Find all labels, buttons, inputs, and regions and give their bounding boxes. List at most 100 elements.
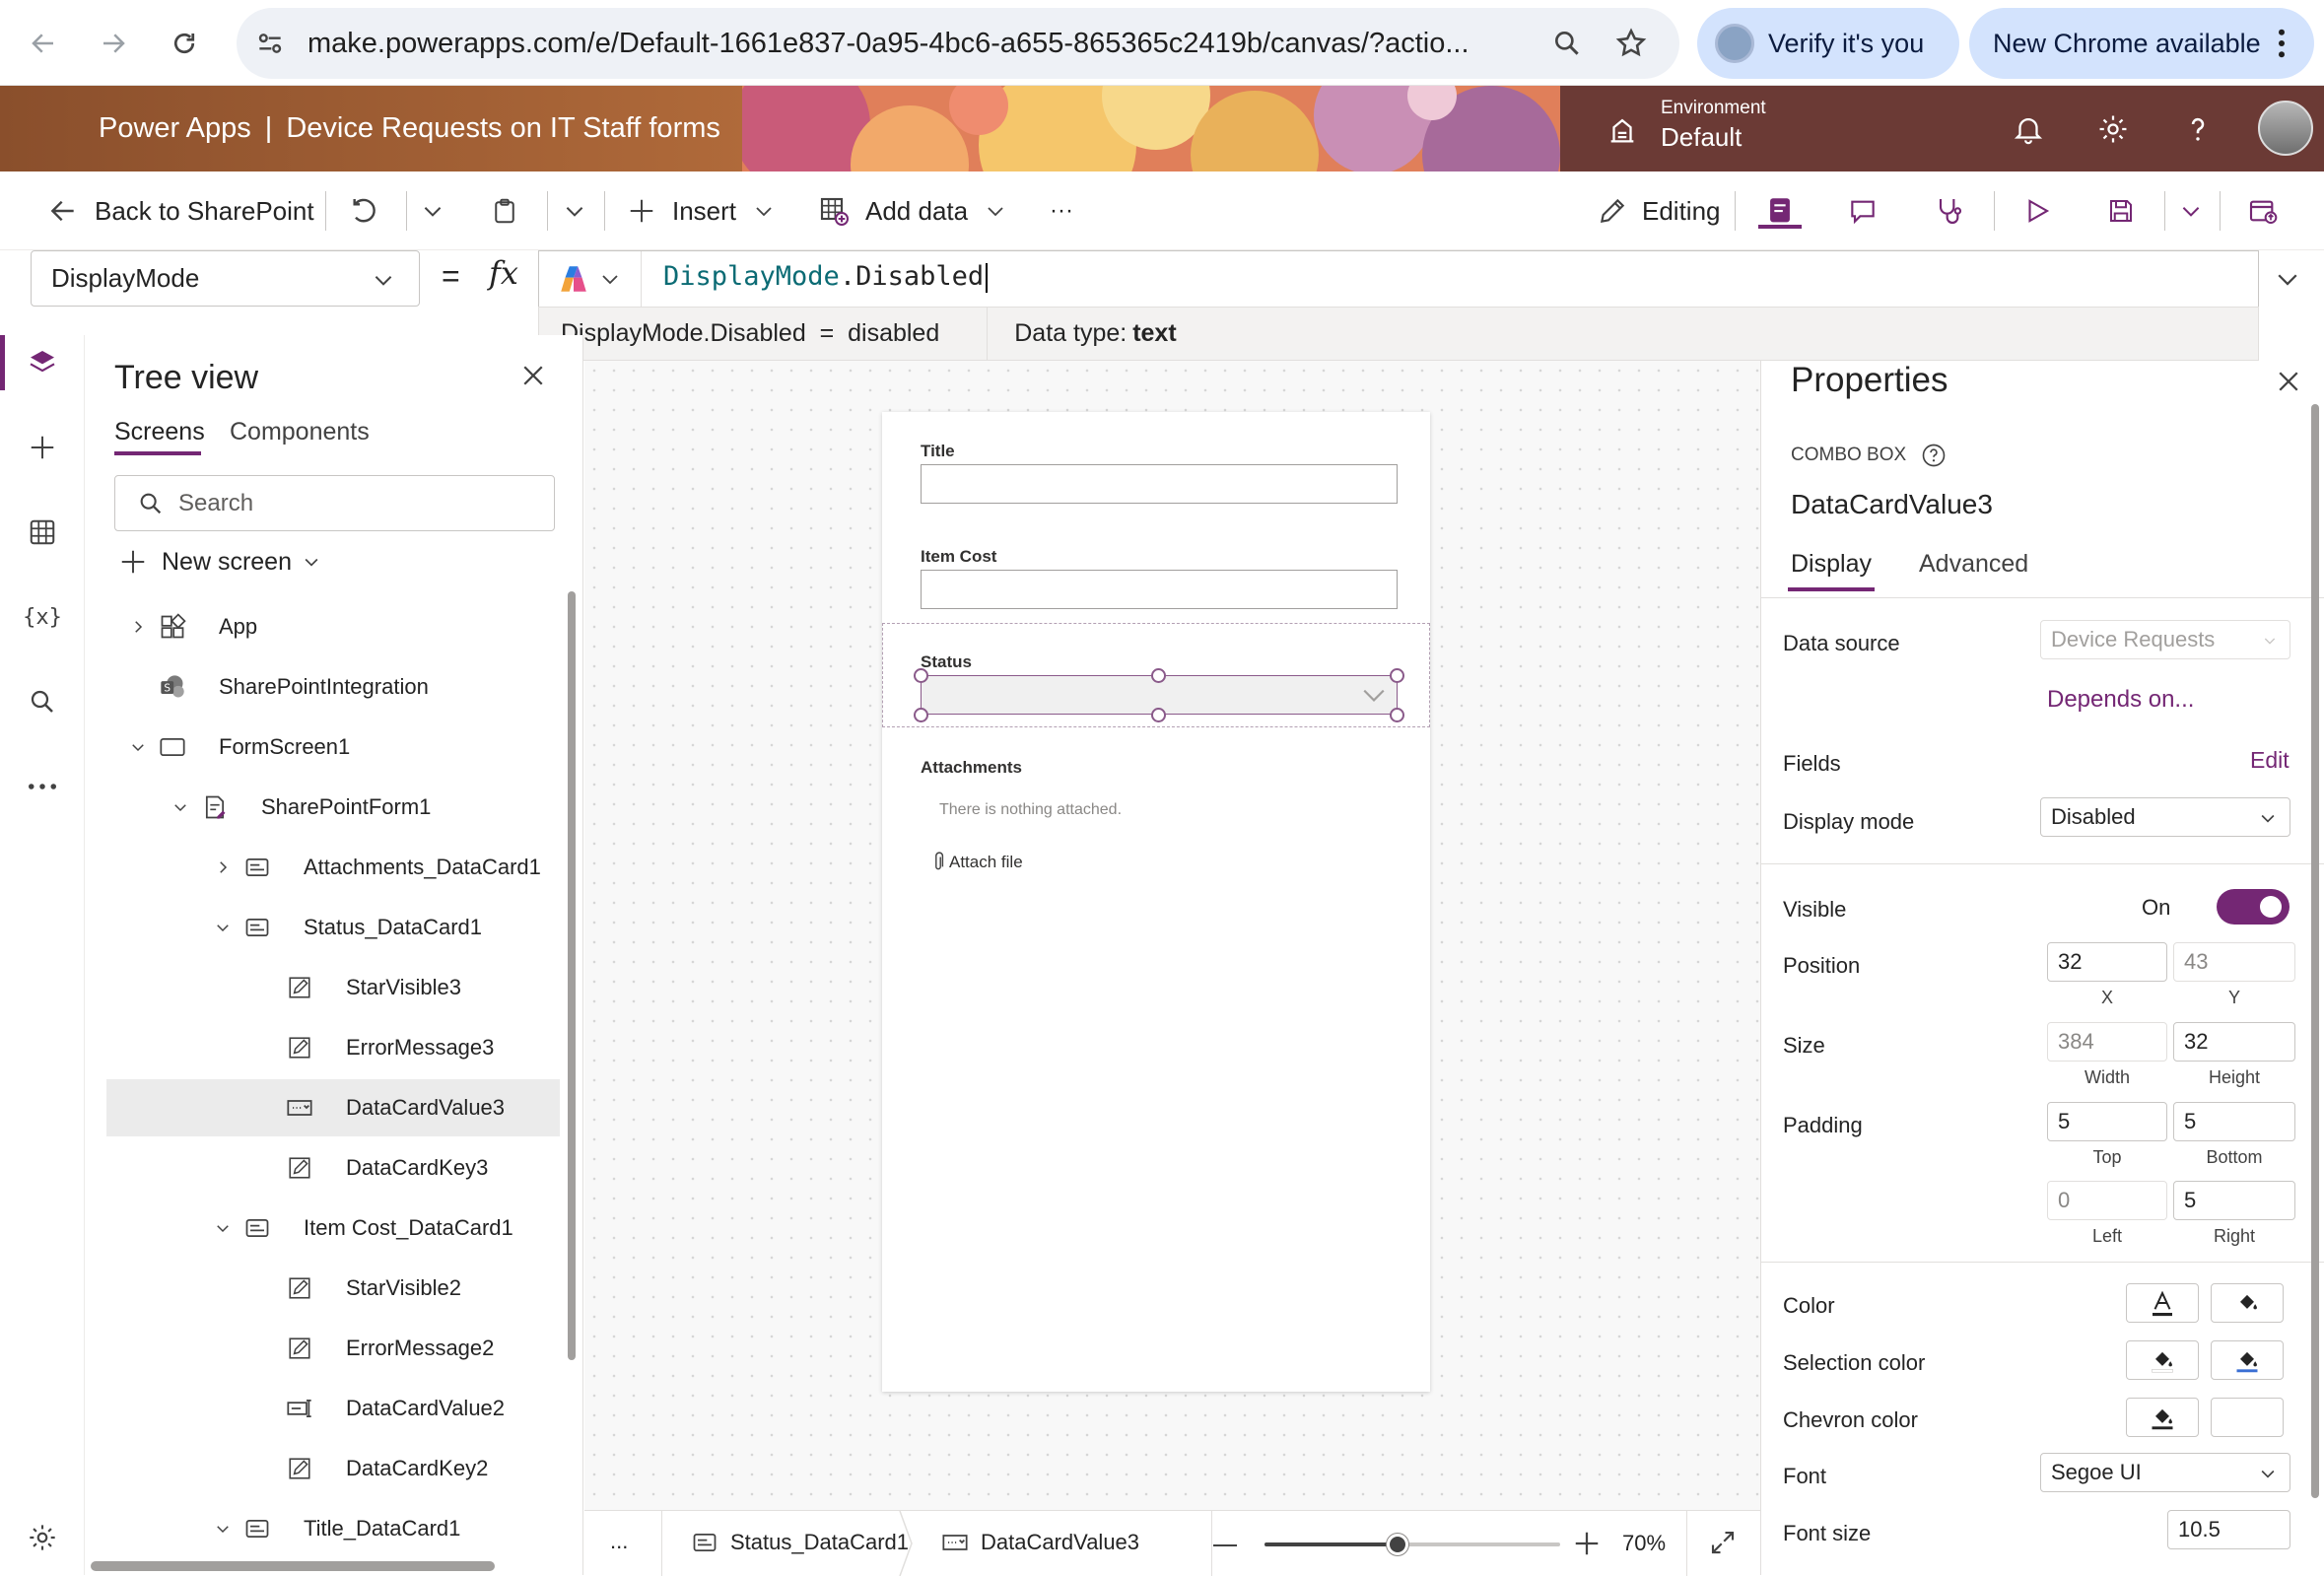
- undo-dropdown-button[interactable]: [420, 171, 445, 250]
- comments-button[interactable]: [1847, 171, 1879, 250]
- settings-gear-icon[interactable]: [2096, 112, 2130, 146]
- reload-icon[interactable]: [163, 22, 206, 65]
- selection-text-color-swatch[interactable]: [2126, 1340, 2199, 1380]
- back-to-sharepoint-button[interactable]: Back to SharePoint: [47, 171, 314, 250]
- variables-icon[interactable]: {x}: [21, 595, 64, 639]
- tree-item-datacardvalue2[interactable]: DataCardValue2: [106, 1380, 560, 1437]
- data-source-dropdown[interactable]: Device Requests: [2040, 620, 2290, 659]
- font-size-input[interactable]: 10.5: [2167, 1510, 2290, 1549]
- user-avatar[interactable]: [2258, 101, 2313, 156]
- resize-handle[interactable]: [1390, 708, 1404, 722]
- resize-handle[interactable]: [1151, 708, 1166, 722]
- tree-vertical-scrollbar[interactable]: [568, 591, 576, 1360]
- chevron-down-icon[interactable]: [169, 795, 192, 819]
- properties-scrollbar[interactable]: [2311, 404, 2319, 1498]
- font-dropdown[interactable]: Segoe UI: [2040, 1453, 2290, 1492]
- padding-bottom-input[interactable]: 5: [2173, 1102, 2295, 1141]
- site-settings-icon[interactable]: [254, 28, 286, 59]
- expand-formula-button[interactable]: [2273, 264, 2302, 294]
- chevron-right-icon[interactable]: [126, 615, 150, 639]
- display-mode-dropdown[interactable]: Disabled: [2040, 797, 2290, 837]
- tree-item-datacardkey2[interactable]: DataCardKey2: [106, 1440, 560, 1497]
- verify-profile-button[interactable]: Verify it's you: [1697, 8, 1959, 79]
- tree-item-title-datacard1[interactable]: Title_DataCard1: [106, 1500, 560, 1557]
- add-data-button[interactable]: Add data: [818, 171, 1007, 250]
- insert-plus-icon[interactable]: [21, 426, 64, 469]
- zoom-percentage[interactable]: 70%: [1622, 1531, 1666, 1556]
- publish-button[interactable]: [2247, 171, 2279, 250]
- more-options-icon[interactable]: [21, 765, 64, 808]
- new-screen-button[interactable]: New screen: [118, 542, 321, 582]
- fit-to-window-button[interactable]: [1708, 1528, 1738, 1557]
- chevron-down-icon[interactable]: [211, 916, 235, 939]
- app-name[interactable]: Power Apps: [99, 112, 251, 145]
- forward-arrow-icon[interactable]: [92, 22, 135, 65]
- tree-item-attachments-datacard1[interactable]: Attachments_DataCard1: [106, 839, 560, 896]
- size-height-input[interactable]: 32: [2173, 1022, 2295, 1062]
- search-icon[interactable]: [21, 680, 64, 723]
- notifications-bell-icon[interactable]: [2012, 112, 2045, 146]
- tree-item-datacardkey3[interactable]: DataCardKey3: [106, 1139, 560, 1197]
- tree-view-layers-icon[interactable]: [21, 341, 64, 384]
- property-selector[interactable]: DisplayMode: [31, 250, 420, 307]
- app-checker-button[interactable]: [1758, 171, 1802, 250]
- position-y-input[interactable]: 43: [2173, 942, 2295, 982]
- environment-value[interactable]: Default: [1661, 122, 1742, 153]
- position-x-input[interactable]: 32: [2047, 942, 2167, 982]
- tree-item-errormessage3[interactable]: ErrorMessage3: [106, 1019, 560, 1076]
- attach-file-button[interactable]: Attach file: [931, 852, 1023, 873]
- tree-item-app[interactable]: App: [106, 598, 560, 655]
- selection-fill-color-swatch[interactable]: [2211, 1340, 2284, 1380]
- padding-top-input[interactable]: 5: [2047, 1102, 2167, 1141]
- design-canvas[interactable]: Title Item Cost Status Attachments There…: [584, 361, 1760, 1510]
- item-cost-text-input[interactable]: [921, 570, 1398, 609]
- resize-handle[interactable]: [914, 668, 928, 683]
- help-question-icon[interactable]: [2181, 112, 2215, 146]
- tree-search-input[interactable]: Search: [114, 475, 555, 531]
- back-arrow-icon[interactable]: [22, 22, 65, 65]
- copilot-button[interactable]: [557, 261, 622, 297]
- chevron-down-icon[interactable]: [211, 1517, 235, 1541]
- more-commands-button[interactable]: ···: [1050, 171, 1073, 250]
- editing-mode-button[interactable]: Editing: [1597, 171, 1721, 250]
- fields-edit-link[interactable]: Edit: [2250, 747, 2290, 774]
- close-properties-button[interactable]: [2274, 367, 2303, 396]
- resize-handle[interactable]: [1390, 668, 1404, 683]
- tree-item-item-cost-datacard1[interactable]: Item Cost_DataCard1: [106, 1199, 560, 1257]
- paste-button[interactable]: [490, 171, 519, 250]
- title-text-input[interactable]: [921, 464, 1398, 504]
- tab-display[interactable]: Display: [1791, 550, 1872, 579]
- zoom-icon[interactable]: [1551, 28, 1583, 59]
- resize-handle[interactable]: [1151, 668, 1166, 683]
- fx-icon[interactable]: fx: [489, 254, 518, 292]
- tree-item-starvisible3[interactable]: StarVisible3: [106, 959, 560, 1016]
- data-table-icon[interactable]: [21, 511, 64, 554]
- fill-color-swatch[interactable]: [2211, 1283, 2284, 1323]
- visible-toggle[interactable]: [2217, 889, 2290, 925]
- undo-button[interactable]: [348, 171, 379, 250]
- padding-right-input[interactable]: 5: [2173, 1181, 2295, 1220]
- health-check-button[interactable]: [1933, 171, 1964, 250]
- text-color-swatch[interactable]: [2126, 1283, 2199, 1323]
- control-name[interactable]: DataCardValue3: [1791, 489, 1993, 520]
- preview-play-button[interactable]: [2022, 171, 2052, 250]
- tab-components[interactable]: Components: [230, 418, 370, 446]
- zoom-out-button[interactable]: [1211, 1543, 1239, 1547]
- zoom-in-button[interactable]: [1572, 1529, 1602, 1558]
- more-breadcrumb-button[interactable]: ...: [610, 1529, 628, 1554]
- chevron-fill-color-swatch[interactable]: [2211, 1398, 2284, 1437]
- insert-button[interactable]: Insert: [627, 171, 776, 250]
- chevron-down-icon[interactable]: [126, 735, 150, 759]
- tree-item-datacardvalue3-selected[interactable]: DataCardValue3: [106, 1079, 560, 1136]
- save-button[interactable]: [2106, 171, 2136, 250]
- chevron-right-icon[interactable]: [211, 856, 235, 879]
- resize-handle[interactable]: [914, 708, 928, 722]
- zoom-slider-thumb[interactable]: [1387, 1534, 1408, 1555]
- settings-gear-icon[interactable]: [21, 1516, 64, 1559]
- tree-horizontal-scrollbar[interactable]: [91, 1561, 495, 1571]
- chevron-color-swatch[interactable]: [2126, 1398, 2199, 1437]
- breadcrumb-datacardvalue3[interactable]: DataCardValue3: [941, 1525, 1139, 1560]
- zoom-slider[interactable]: [1265, 1534, 1560, 1555]
- breadcrumb-status-datacard1[interactable]: Status_DataCard1: [691, 1525, 909, 1560]
- close-tree-view-button[interactable]: [518, 361, 548, 390]
